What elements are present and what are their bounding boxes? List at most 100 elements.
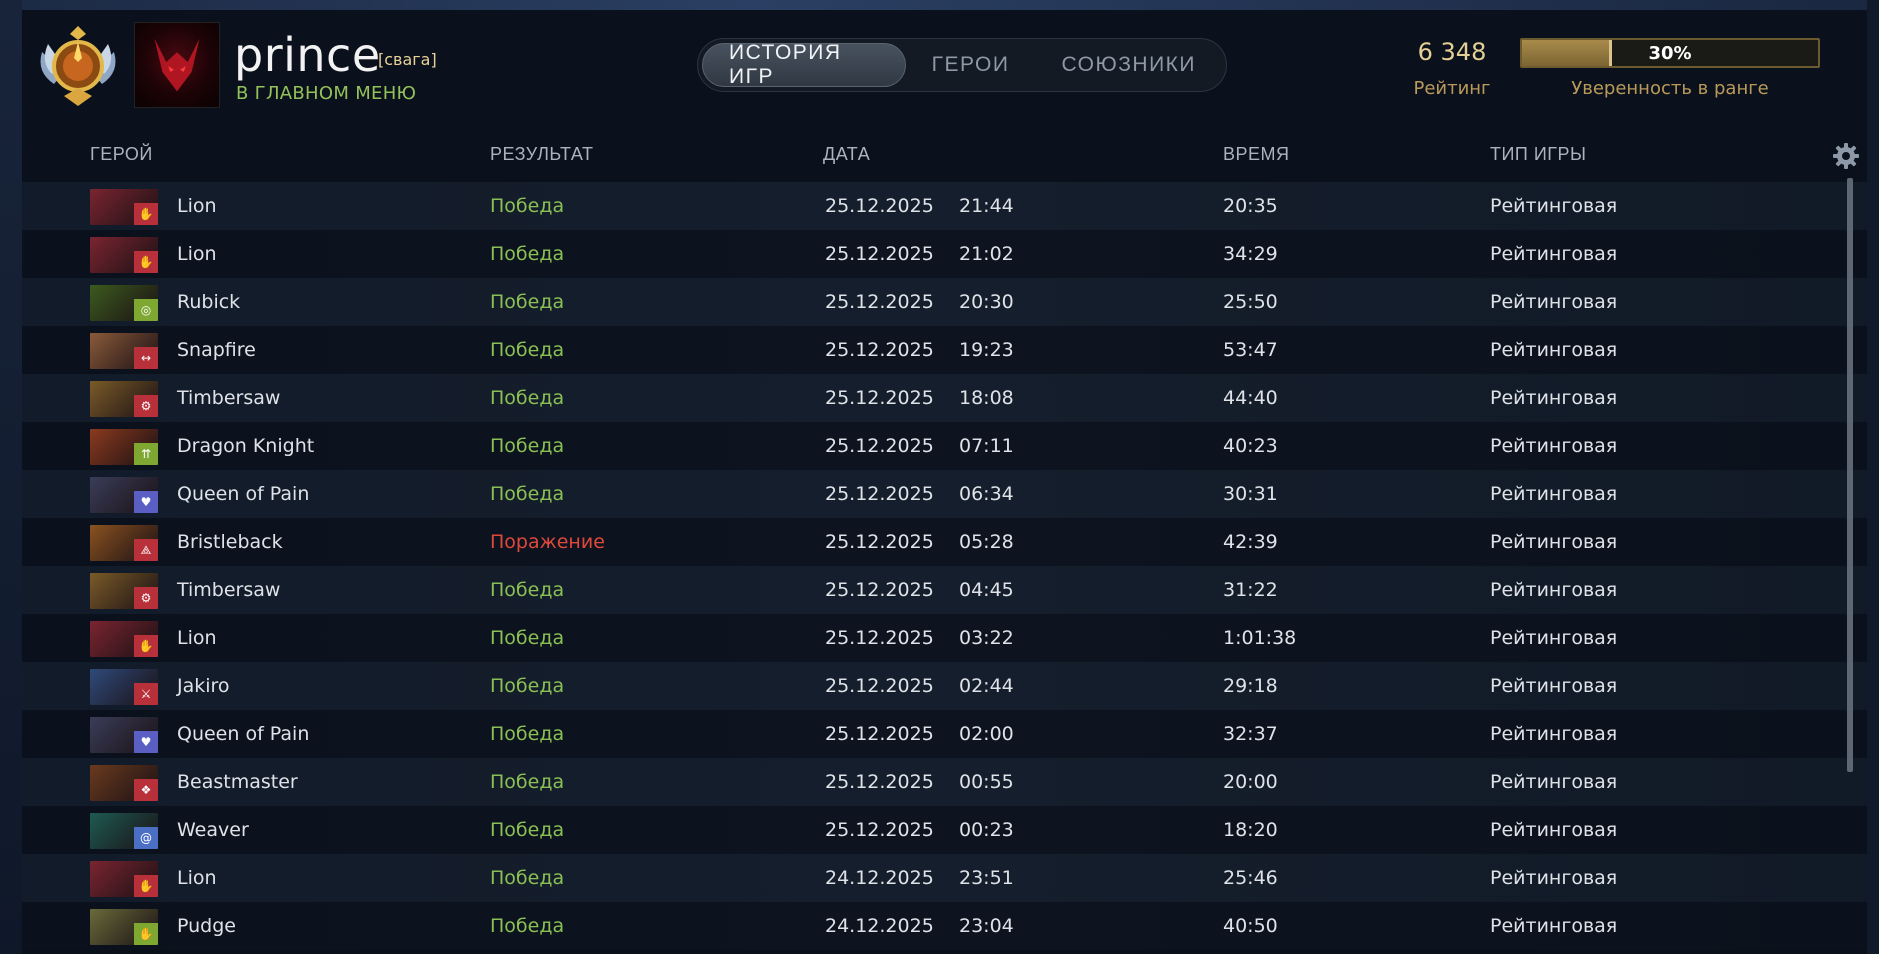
match-start-time: 00:55 <box>959 771 1014 793</box>
game-type: Рейтинговая <box>1490 291 1618 313</box>
match-duration: 32:37 <box>1223 723 1278 745</box>
match-date: 25.12.2025 <box>825 579 934 601</box>
hand-icon: ✋ <box>134 203 158 225</box>
tab-heroes[interactable]: ГЕРОИ <box>906 43 1036 87</box>
table-row[interactable]: ◎ Rubick Победа 25.12.2025 20:30 25:50 Р… <box>22 278 1867 326</box>
match-duration: 20:00 <box>1223 771 1278 793</box>
right-gutter <box>1867 0 1879 954</box>
table-row[interactable]: ⚙ Timbersaw Победа 25.12.2025 04:45 31:2… <box>22 566 1867 614</box>
game-type: Рейтинговая <box>1490 723 1618 745</box>
tab-match-history[interactable]: ИСТОРИЯ ИГР <box>702 41 906 88</box>
tab-bar: ИСТОРИЯ ИГР ГЕРОИ СОЮЗНИКИ <box>697 38 1227 92</box>
column-header-duration[interactable]: ВРЕМЯ <box>1223 144 1290 165</box>
match-duration: 29:18 <box>1223 675 1278 697</box>
hand-icon: ✋ <box>134 251 158 273</box>
table-row[interactable]: ✋ Lion Победа 25.12.2025 21:02 34:29 Рей… <box>22 230 1867 278</box>
player-avatar[interactable] <box>134 22 220 108</box>
profile-header: prince [свага] В ГЛАВНОМ МЕНЮ ИСТОРИЯ ИГ… <box>22 10 1867 120</box>
match-duration: 18:20 <box>1223 819 1278 841</box>
table-row[interactable]: ⟁ Bristleback Поражение 25.12.2025 05:28… <box>22 518 1867 566</box>
hero-portrait: ✋ <box>90 909 158 945</box>
arrows-icon: ↔ <box>134 347 158 369</box>
table-row[interactable]: ⇈ Dragon Knight Победа 25.12.2025 07:11 … <box>22 422 1867 470</box>
column-header-date[interactable]: ДАТА <box>823 144 870 165</box>
sword-icon: ⚔ <box>134 683 158 705</box>
match-date: 25.12.2025 <box>825 819 934 841</box>
hero-name: Bristleback <box>177 531 283 553</box>
spiral-icon: @ <box>134 827 158 849</box>
match-start-time: 03:22 <box>959 627 1014 649</box>
hero-name: Weaver <box>177 819 249 841</box>
match-date: 25.12.2025 <box>825 771 934 793</box>
username: prince <box>234 28 381 82</box>
hero-portrait: @ <box>90 813 158 849</box>
hero-portrait: ♥ <box>90 717 158 753</box>
table-row[interactable]: ⚔ Jakiro Победа 25.12.2025 02:44 29:18 Р… <box>22 662 1867 710</box>
match-start-time: 07:11 <box>959 435 1014 457</box>
hero-name: Jakiro <box>177 675 230 697</box>
match-result: Победа <box>490 435 565 457</box>
heart-icon: ♥ <box>134 491 158 513</box>
match-duration: 31:22 <box>1223 579 1278 601</box>
match-list-scrollbar[interactable] <box>1847 178 1853 772</box>
game-type: Рейтинговая <box>1490 531 1618 553</box>
column-header-result[interactable]: РЕЗУЛЬТАТ <box>490 144 593 165</box>
match-result: Победа <box>490 819 565 841</box>
rating-label: Рейтинг <box>1413 78 1491 99</box>
match-start-time: 00:23 <box>959 819 1014 841</box>
table-row[interactable]: ♥ Queen of Pain Победа 25.12.2025 02:00 … <box>22 710 1867 758</box>
table-row[interactable]: ✋ Lion Победа 25.12.2025 03:22 1:01:38 Р… <box>22 614 1867 662</box>
table-row[interactable]: ✋ Lion Победа 25.12.2025 21:44 20:35 Рей… <box>22 182 1867 230</box>
hero-portrait: ✋ <box>90 237 158 273</box>
rank-confidence-bar: 30% <box>1520 38 1820 68</box>
user-tag: [свага] <box>378 50 437 69</box>
match-date: 24.12.2025 <box>825 915 934 937</box>
hero-name: Lion <box>177 627 217 649</box>
match-date: 25.12.2025 <box>825 435 934 457</box>
match-duration: 25:50 <box>1223 291 1278 313</box>
table-row[interactable]: ❖ Beastmaster Победа 25.12.2025 00:55 20… <box>22 758 1867 806</box>
rank-medal-icon[interactable] <box>34 22 122 110</box>
match-duration: 53:47 <box>1223 339 1278 361</box>
game-type: Рейтинговая <box>1490 387 1618 409</box>
match-date: 25.12.2025 <box>825 339 934 361</box>
match-duration: 30:31 <box>1223 483 1278 505</box>
match-duration: 20:35 <box>1223 195 1278 217</box>
match-duration: 42:39 <box>1223 531 1278 553</box>
hero-name: Beastmaster <box>177 771 298 793</box>
match-start-time: 18:08 <box>959 387 1014 409</box>
table-row[interactable]: ✋ Lion Победа 24.12.2025 23:51 25:46 Рей… <box>22 854 1867 902</box>
match-duration: 44:40 <box>1223 387 1278 409</box>
match-result: Поражение <box>490 531 605 553</box>
match-date: 24.12.2025 <box>825 867 934 889</box>
hero-portrait: ⚙ <box>90 381 158 417</box>
match-date: 25.12.2025 <box>825 195 934 217</box>
hero-name: Pudge <box>177 915 236 937</box>
gear-icon: ⚙ <box>134 587 158 609</box>
table-row[interactable]: @ Weaver Победа 25.12.2025 00:23 18:20 Р… <box>22 806 1867 854</box>
table-row[interactable]: ⚙ Timbersaw Победа 25.12.2025 18:08 44:4… <box>22 374 1867 422</box>
game-type: Рейтинговая <box>1490 483 1618 505</box>
hero-portrait: ♥ <box>90 477 158 513</box>
table-row[interactable]: ✋ Pudge Победа 24.12.2025 23:04 40:50 Ре… <box>22 902 1867 950</box>
match-date: 25.12.2025 <box>825 531 934 553</box>
match-start-time: 20:30 <box>959 291 1014 313</box>
column-header-game-type[interactable]: ТИП ИГРЫ <box>1490 144 1587 165</box>
game-type: Рейтинговая <box>1490 339 1618 361</box>
settings-gear-icon[interactable] <box>1832 142 1860 170</box>
match-start-time: 02:44 <box>959 675 1014 697</box>
match-date: 25.12.2025 <box>825 483 934 505</box>
hero-portrait: ✋ <box>90 189 158 225</box>
match-duration: 34:29 <box>1223 243 1278 265</box>
match-duration: 25:46 <box>1223 867 1278 889</box>
match-result: Победа <box>490 291 565 313</box>
match-result: Победа <box>490 483 565 505</box>
table-row[interactable]: ↔ Snapfire Победа 25.12.2025 19:23 53:47… <box>22 326 1867 374</box>
match-start-time: 21:02 <box>959 243 1014 265</box>
table-row[interactable]: ♥ Queen of Pain Победа 25.12.2025 06:34 … <box>22 470 1867 518</box>
column-header-hero[interactable]: ГЕРОЙ <box>90 144 153 165</box>
tab-allies[interactable]: СОЮЗНИКИ <box>1035 43 1222 87</box>
game-type: Рейтинговая <box>1490 867 1618 889</box>
match-start-time: 19:23 <box>959 339 1014 361</box>
match-start-time: 06:34 <box>959 483 1014 505</box>
